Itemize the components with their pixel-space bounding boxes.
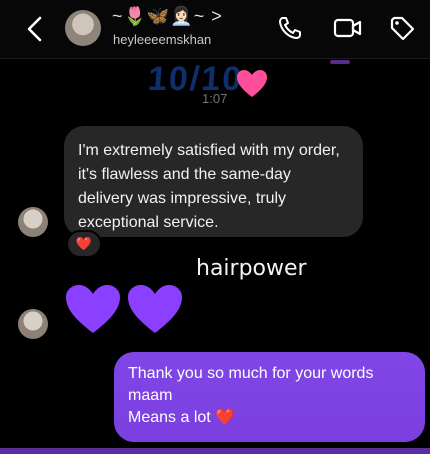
story-reply-time: 1:07 — [202, 91, 228, 106]
phone-icon[interactable] — [276, 14, 304, 42]
story-indicator — [330, 60, 350, 64]
bottom-accent-bar — [0, 448, 430, 454]
contact-display-name[interactable]: ~🌷🦋👩🏻‍💼~ > — [112, 6, 223, 27]
chat-header: ~🌷🦋👩🏻‍💼~ > heyleeeemskhan — [0, 0, 430, 59]
pink-heart-icon — [237, 70, 267, 97]
tag-icon[interactable] — [388, 14, 416, 42]
outgoing-line: maam — [128, 387, 173, 404]
contact-avatar-small[interactable] — [18, 309, 48, 339]
message-reaction[interactable]: ❤️ — [66, 230, 102, 258]
heart-reaction-icon: ❤️ — [75, 236, 93, 251]
purple-heart-icon[interactable] — [126, 283, 184, 335]
contact-username[interactable]: heyleeeemskhan — [113, 32, 211, 47]
contact-avatar[interactable] — [65, 10, 101, 46]
purple-heart-icon[interactable] — [64, 283, 122, 335]
outgoing-line: Means a lot ❤️ — [128, 409, 236, 426]
incoming-message[interactable]: I'm extremely satisfied with my order, i… — [64, 126, 363, 237]
video-call-icon[interactable] — [332, 14, 364, 42]
contact-avatar-small[interactable] — [18, 207, 48, 237]
back-arrow-icon[interactable] — [22, 14, 48, 44]
handle-sticker-text: hairpower — [196, 256, 307, 281]
outgoing-line: Thank you so much for your words — [128, 365, 374, 382]
outgoing-message[interactable]: Thank you so much for your words maam Me… — [114, 352, 425, 442]
story-reply-text: 10/10 — [146, 60, 245, 98]
